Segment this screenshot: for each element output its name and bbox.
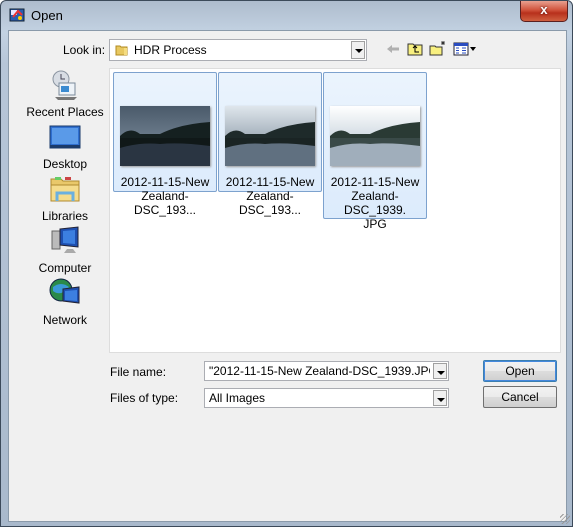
recent-places-icon — [52, 70, 77, 100]
chevron-down-icon[interactable] — [433, 390, 447, 406]
open-dialog: Open x Look in: HDR Process Recent Place… — [0, 0, 573, 527]
chevron-down-icon[interactable] — [351, 41, 365, 59]
files-of-type-label: Files of type: — [110, 391, 179, 405]
file-name-label: File name: — [110, 365, 167, 379]
look-in-dropdown[interactable]: HDR Process — [109, 39, 367, 61]
place-libraries[interactable]: Libraries — [21, 173, 109, 223]
view-menu-icon[interactable] — [453, 42, 477, 56]
place-label: Libraries — [41, 209, 89, 223]
file-item[interactable]: 2012-11-15-New Zealand-DSC_1939. JPG — [323, 72, 427, 231]
folder-icon — [115, 45, 128, 56]
file-item[interactable]: 2012-11-15-New Zealand-DSC_193... — [113, 72, 217, 217]
place-label: Recent Places — [26, 105, 104, 119]
file-name-value: "2012-11-15-New Zealand-DSC_1939.JPG" "2… — [209, 364, 430, 378]
computer-icon — [51, 226, 79, 253]
file-name-label: 2012-11-15-New Zealand-DSC_193... — [225, 175, 315, 217]
files-of-type-value: All Images — [209, 391, 266, 405]
close-icon: x — [540, 2, 548, 17]
new-folder-icon[interactable] — [429, 40, 447, 56]
file-list-view[interactable]: 2012-11-15-New Zealand-DSC_193... 2012-11… — [109, 68, 561, 353]
network-icon — [49, 278, 80, 304]
look-in-label: Look in: — [63, 43, 106, 57]
dialog-client-area: Look in: HDR Process Recent Places Deskt… — [8, 30, 567, 522]
window-title: Open — [31, 8, 63, 23]
file-thumbnail — [225, 106, 315, 166]
close-button[interactable]: x — [520, 1, 568, 22]
file-name-label: 2012-11-15-New Zealand-DSC_1939. JPG — [330, 175, 420, 231]
place-label: Desktop — [42, 157, 88, 171]
file-name-input[interactable]: "2012-11-15-New Zealand-DSC_1939.JPG" "2… — [204, 361, 449, 381]
place-label: Network — [42, 313, 87, 327]
place-network[interactable]: Network — [21, 277, 109, 327]
places-bar: Recent Places Desktop Libraries Computer… — [21, 69, 109, 329]
place-label: Computer — [38, 261, 92, 275]
app-icon — [9, 8, 25, 22]
look-in-value: HDR Process — [134, 43, 207, 57]
file-name-label: 2012-11-15-New Zealand-DSC_193... — [120, 175, 210, 217]
file-thumbnail — [120, 106, 210, 166]
files-of-type-select[interactable]: All Images — [204, 388, 449, 408]
up-folder-icon[interactable] — [407, 42, 423, 56]
title-bar[interactable]: Open x — [1, 1, 572, 31]
chevron-down-icon[interactable] — [433, 363, 447, 379]
desktop-icon — [49, 125, 81, 149]
open-button[interactable]: Open — [483, 360, 557, 382]
libraries-icon — [50, 177, 80, 202]
cancel-button[interactable]: Cancel — [483, 386, 557, 408]
place-desktop[interactable]: Desktop — [21, 121, 109, 171]
back-arrow-icon[interactable] — [385, 42, 401, 56]
place-recent-places[interactable]: Recent Places — [21, 69, 109, 119]
place-computer[interactable]: Computer — [21, 225, 109, 275]
file-thumbnail — [330, 106, 420, 166]
file-item[interactable]: 2012-11-15-New Zealand-DSC_193... — [218, 72, 322, 217]
resize-grip[interactable] — [560, 514, 570, 524]
